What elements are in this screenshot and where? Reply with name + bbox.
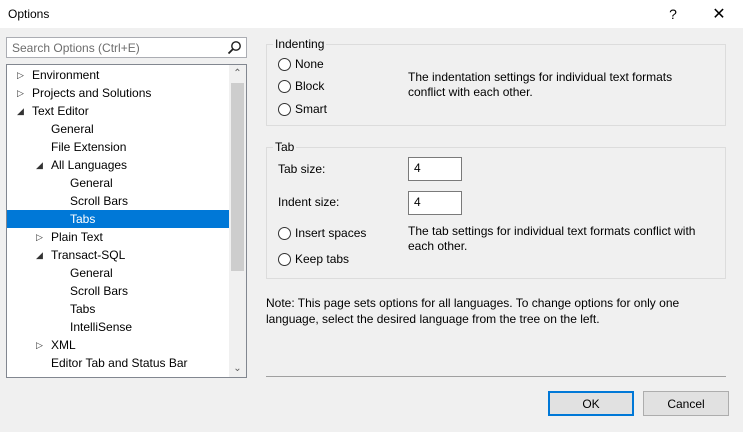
search-placeholder: Search Options (Ctrl+E) — [12, 41, 140, 55]
indent-size-input[interactable]: 4 — [408, 191, 462, 215]
radio-label: Insert spaces — [295, 226, 367, 240]
expand-arrow-icon[interactable]: ▷ — [36, 228, 46, 246]
expand-arrow-icon[interactable]: ▷ — [36, 336, 46, 354]
tree-item[interactable]: ▷ Environment — [7, 66, 229, 84]
tree-item-label: Tabs — [70, 212, 96, 226]
tree-item[interactable]: ◢ Text Editor — [7, 102, 229, 120]
collapse-arrow-icon[interactable]: ◢ — [17, 102, 27, 120]
tree-item-label: IntelliSense — [70, 320, 133, 334]
tree-item-label: General — [70, 176, 113, 190]
tree-item-label: XML — [51, 338, 76, 352]
radio-indent-smart[interactable]: Smart — [278, 102, 327, 116]
radio-circle[interactable] — [278, 226, 291, 240]
expand-arrow-icon[interactable]: ▷ — [17, 84, 27, 102]
indenting-message: The indentation settings for individual … — [408, 70, 673, 99]
indenting-group-label: Indenting — [273, 37, 327, 51]
tree-item[interactable]: Scroll Bars — [7, 192, 229, 210]
radio-indent-block[interactable]: Block — [278, 79, 324, 93]
radio-label: Keep tabs — [295, 252, 350, 266]
tree-item[interactable]: Tabs — [7, 300, 229, 318]
scroll-up-icon[interactable]: ⌃ — [229, 65, 246, 82]
tree-item[interactable]: Editor Tab and Status Bar — [7, 354, 229, 372]
radio-insert-spaces[interactable]: Insert spaces — [278, 226, 366, 240]
tree-item[interactable]: ◢ Transact-SQL — [7, 246, 229, 264]
indent-size-label: Indent size: — [278, 195, 340, 209]
tree-item[interactable]: Scroll Bars — [7, 282, 229, 300]
tree-item[interactable]: ▷ Plain Text — [7, 228, 229, 246]
help-button[interactable]: ? — [650, 0, 696, 28]
tree-item[interactable]: File Extension — [7, 138, 229, 156]
tree-item-label: Text Editor — [32, 104, 89, 118]
radio-keep-tabs[interactable]: Keep tabs — [278, 252, 349, 266]
radio-label: Block — [295, 79, 325, 93]
tree-item-label: General — [70, 266, 113, 280]
tree-scrollbar[interactable]: ⌃ ⌄ — [229, 65, 246, 377]
options-tree[interactable]: ▷ Environment ▷ Projects and Solutions ◢ Text… — [6, 64, 247, 378]
tree-item-label: File Extension — [51, 140, 127, 154]
scroll-thumb[interactable] — [231, 83, 244, 271]
tree-item-label: Tabs — [70, 302, 96, 316]
tree-item-label: Projects and Solutions — [32, 86, 152, 100]
tree-item[interactable]: ◢ All Languages — [7, 156, 229, 174]
tree-item[interactable]: ▷ Projects and Solutions — [7, 84, 229, 102]
radio-label: None — [295, 57, 324, 71]
tree-item[interactable]: General — [7, 264, 229, 282]
ok-button[interactable]: OK — [548, 391, 634, 416]
radio-circle[interactable] — [278, 252, 291, 266]
tab-size-input[interactable]: 4 — [408, 157, 462, 181]
search-input[interactable]: Search Options (Ctrl+E) — [6, 37, 247, 58]
tree-item-label: All Languages — [51, 158, 128, 172]
tree-item[interactable]: ▷ XML — [7, 336, 229, 354]
tree-item[interactable]: General — [7, 120, 229, 138]
radio-circle[interactable] — [278, 79, 291, 93]
expand-arrow-icon[interactable]: ▷ — [17, 66, 27, 84]
note-text: Note: This page sets options for all lan… — [266, 296, 680, 326]
tab-size-label: Tab size: — [278, 162, 326, 176]
title-bar: Options ? ✕ — [0, 0, 743, 28]
collapse-arrow-icon[interactable]: ◢ — [36, 246, 46, 264]
tree-item-label: Scroll Bars — [70, 194, 129, 208]
tree-item-label: Environment — [32, 68, 100, 82]
radio-indent-none[interactable]: None — [278, 57, 324, 71]
tree-item-label: Transact-SQL — [51, 248, 126, 262]
window-title: Options — [8, 7, 50, 21]
close-button[interactable]: ✕ — [696, 0, 742, 28]
tree-item-label: General — [51, 122, 94, 136]
separator — [266, 376, 726, 377]
tab-message: The tab settings for individual text for… — [408, 224, 696, 253]
tree-item[interactable]: Tabs — [7, 210, 229, 228]
tree-item-label: Plain Text — [51, 230, 103, 244]
search-icon[interactable] — [227, 40, 242, 55]
scroll-down-icon[interactable]: ⌄ — [229, 360, 246, 377]
radio-circle[interactable] — [278, 102, 291, 116]
radio-circle[interactable] — [278, 57, 291, 71]
tree-item[interactable]: IntelliSense — [7, 318, 229, 336]
tree-item[interactable]: General — [7, 174, 229, 192]
radio-label: Smart — [295, 102, 328, 116]
tree-item-label: Scroll Bars — [70, 284, 129, 298]
tab-group-label: Tab — [273, 140, 297, 154]
tree-item-label: Editor Tab and Status Bar — [51, 356, 188, 370]
cancel-button[interactable]: Cancel — [643, 391, 729, 416]
collapse-arrow-icon[interactable]: ◢ — [36, 156, 46, 174]
